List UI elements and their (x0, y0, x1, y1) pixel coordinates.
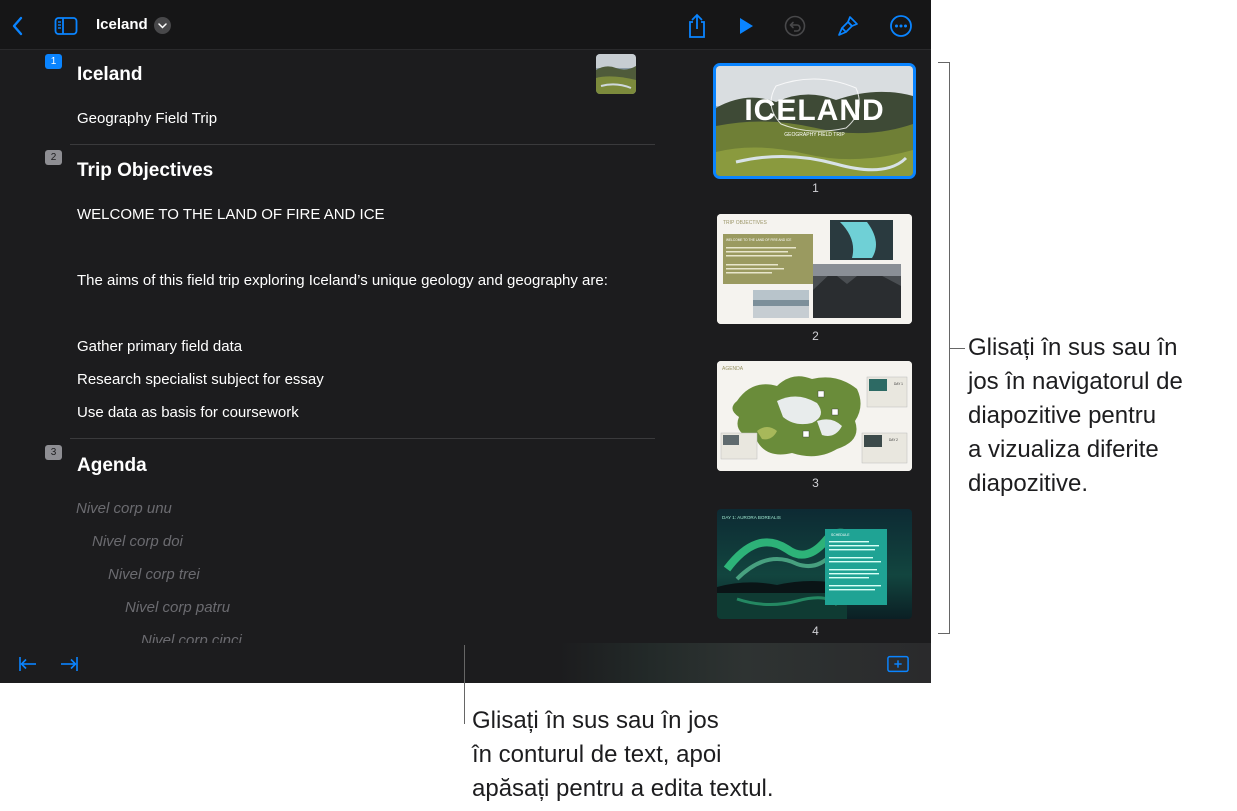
callout-line-text: apăsați pentru a edita textul. (472, 775, 774, 802)
callout-navigator: Glisați în sus sau în jos în navigatorul… (968, 331, 1183, 501)
navigator-slide-number: 2 (812, 329, 819, 343)
undo-button[interactable] (781, 12, 809, 40)
play-button[interactable] (732, 12, 760, 40)
callout-bracket-bottom (938, 633, 950, 634)
navigator-slide-3[interactable]: AGENDA DAY 1 DAY 2 (717, 361, 912, 471)
title-menu-button[interactable] (154, 17, 171, 34)
indent-icon (61, 657, 78, 671)
slide-divider (70, 144, 655, 145)
chevron-down-icon (158, 22, 167, 29)
callout-leader-outline (464, 645, 465, 724)
navigator-slide-2[interactable]: TRIP OBJECTIVES WELCOME TO THE LAND OF F… (717, 214, 912, 324)
more-button[interactable] (887, 12, 915, 40)
slide-number-badge[interactable]: 2 (45, 150, 62, 165)
slide-thumbnail-image: ICELAND GEOGRAPHY FIELD TRIP (716, 66, 913, 176)
sidebar-icon (54, 17, 78, 35)
slide-3-heading: AGENDA (722, 366, 744, 372)
outline-body-line[interactable]: WELCOME TO THE LAND OF FIRE AND ICE (77, 206, 385, 223)
callout-line-text: jos în navigatorul de (968, 368, 1183, 395)
outline-body-line[interactable]: The aims of this field trip exploring Ic… (77, 272, 608, 289)
outline-image-thumbnail[interactable] (596, 54, 636, 94)
navigator-slide-number: 1 (812, 181, 819, 195)
add-slide-icon (887, 655, 909, 673)
keynote-app-window: Iceland 1 Iceland Geography Field Trip 2… (0, 0, 931, 683)
slide-3-day-2: DAY 2 (889, 438, 898, 442)
toolbar: Iceland (0, 0, 931, 50)
bottom-toolbar (0, 643, 931, 683)
placeholder-body-level-4[interactable]: Nivel corp patru (125, 599, 230, 616)
chevron-left-icon (12, 16, 23, 36)
callout-line-text: în conturul de text, apoi (472, 741, 722, 768)
outline-slide-title[interactable]: Trip Objectives (77, 160, 213, 182)
slide-divider (70, 438, 655, 439)
outline-slide-title[interactable]: Agenda (77, 455, 147, 477)
callout-outline: Glisați în sus sau în jos în conturul de… (472, 704, 774, 806)
navigator-slide-number: 3 (812, 476, 819, 490)
callout-line-text: diapozitive pentru (968, 402, 1157, 429)
undo-icon (784, 15, 806, 37)
placeholder-body-level-1[interactable]: Nivel corp unu (76, 500, 172, 517)
indent-button[interactable] (58, 653, 80, 675)
slide-thumbnail-image: AGENDA DAY 1 DAY 2 (717, 361, 912, 471)
slide-2-heading: TRIP OBJECTIVES (723, 220, 767, 226)
placeholder-body-level-2[interactable]: Nivel corp doi (92, 533, 183, 550)
outline-body-line[interactable]: Geography Field Trip (77, 110, 217, 127)
navigator-slide-1[interactable]: ICELAND GEOGRAPHY FIELD TRIP (713, 63, 916, 179)
callout-line-text: Glisați în sus sau în (968, 334, 1178, 361)
slide-thumbnail-image: TRIP OBJECTIVES WELCOME TO THE LAND OF F… (717, 214, 912, 324)
outline-slide-title[interactable]: Iceland (77, 64, 142, 86)
slide-1-subheading: GEOGRAPHY FIELD TRIP (784, 132, 845, 138)
slide-number-badge[interactable]: 1 (45, 54, 62, 69)
callout-line-text: Glisați în sus sau în jos (472, 707, 719, 734)
share-icon (689, 13, 705, 38)
paintbrush-icon (838, 16, 858, 36)
callout-line-text: a vizualiza diferite (968, 436, 1159, 463)
slide-navigator[interactable]: ICELAND GEOGRAPHY FIELD TRIP 1 TRIP OBJE… (700, 50, 931, 640)
outdent-button[interactable] (17, 653, 39, 675)
slide-4-heading: DAY 1: AURORA BOREALIS (722, 515, 781, 520)
format-button[interactable] (834, 12, 862, 40)
placeholder-body-level-3[interactable]: Nivel corp trei (108, 566, 200, 583)
navigator-slide-4[interactable]: DAY 1: AURORA BOREALIS SCHEDULE (717, 509, 912, 619)
slide-number-badge[interactable]: 3 (45, 445, 62, 460)
callout-line-text: diapozitive. (968, 470, 1089, 497)
outline-body-line[interactable]: Gather primary field data (77, 338, 242, 355)
back-button[interactable] (4, 12, 32, 40)
share-button[interactable] (683, 12, 711, 40)
document-title[interactable]: Iceland (96, 16, 148, 33)
outline-body-line[interactable]: Research specialist subject for essay (77, 371, 324, 388)
slide-4-box-title: SCHEDULE (831, 533, 850, 537)
slide-3-day-1: DAY 1 (894, 382, 903, 386)
play-icon (740, 18, 753, 34)
outline-body-line[interactable]: Use data as basis for coursework (77, 404, 299, 421)
slide-thumbnail-image: DAY 1: AURORA BOREALIS SCHEDULE (717, 509, 912, 619)
ellipsis-circle-icon (890, 15, 912, 37)
outdent-icon (19, 657, 36, 671)
text-outline[interactable]: 1 Iceland Geography Field Trip 2 Trip Ob… (0, 50, 690, 649)
slide-1-heading: ICELAND (744, 94, 884, 127)
add-slide-button[interactable] (887, 653, 909, 675)
slide-2-box-title: WELCOME TO THE LAND OF FIRE AND ICE (726, 238, 791, 242)
navigator-slide-number: 4 (812, 624, 819, 638)
sidebar-toggle-button[interactable] (52, 12, 80, 40)
callout-leader-navigator (950, 348, 965, 349)
